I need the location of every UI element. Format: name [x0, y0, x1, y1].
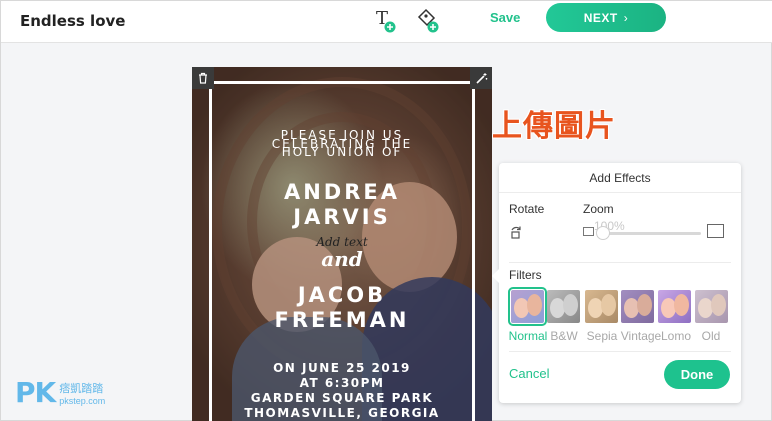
- watermark-en: pkstep.com: [59, 395, 106, 406]
- zoom-label: Zoom: [583, 202, 614, 216]
- watermark-pk: PK: [15, 376, 56, 409]
- invitation-canvas[interactable]: PLEASE JOIN US CELEBRATING THE HOLY UNIO…: [192, 67, 492, 421]
- watermark-logo: PK 痞凱踏踏 pkstep.com: [15, 376, 105, 409]
- filter-thumb-sepia[interactable]: [585, 290, 618, 323]
- upload-image-annotation: 上傳圖片: [492, 109, 616, 144]
- add-sticker-icon[interactable]: [416, 7, 440, 33]
- top-bar: Endless love T Save NEXT ›: [1, 1, 772, 43]
- next-button[interactable]: NEXT ›: [546, 3, 666, 32]
- add-effects-panel: Add Effects Rotate Zoom 100% Filters Nor…: [492, 163, 741, 403]
- event-venue[interactable]: GARDEN SQUARE PARK: [192, 391, 492, 406]
- magic-wand-icon: [475, 72, 487, 84]
- rotate-label: Rotate: [509, 202, 545, 216]
- first-name-2[interactable]: JACOB: [192, 283, 492, 308]
- filters-label: Filters: [509, 268, 542, 282]
- document-title[interactable]: Endless love: [20, 12, 125, 30]
- effects-button[interactable]: [470, 67, 492, 89]
- first-name-1[interactable]: ANDREA: [192, 180, 492, 205]
- filter-name[interactable]: B&W: [544, 329, 584, 343]
- panel-title: Add Effects: [499, 163, 741, 193]
- chevron-right-icon: ›: [623, 10, 629, 25]
- add-text-icon[interactable]: T: [375, 7, 399, 33]
- trash-icon: [199, 72, 207, 84]
- divider: [509, 351, 731, 352]
- event-date[interactable]: ON JUNE 25 2019: [192, 361, 492, 376]
- and-text[interactable]: and: [192, 247, 492, 271]
- last-name-2[interactable]: FREEMAN: [192, 308, 492, 333]
- filter-name[interactable]: Old: [691, 329, 731, 343]
- image-large-icon: [707, 224, 724, 238]
- divider: [509, 262, 731, 263]
- done-button[interactable]: Done: [664, 360, 730, 389]
- filter-name[interactable]: Sepia: [582, 329, 622, 343]
- filter-thumb-normal[interactable]: [508, 287, 547, 326]
- filter-thumb-old[interactable]: [695, 290, 728, 323]
- image-small-icon: [583, 227, 594, 236]
- filter-thumb-bw[interactable]: [547, 290, 580, 323]
- event-time[interactable]: AT 6:30PM: [192, 376, 492, 391]
- filter-name[interactable]: Lomo: [656, 329, 696, 343]
- next-button-label: NEXT: [583, 10, 618, 25]
- filter-thumb-vintage[interactable]: [621, 290, 654, 323]
- cancel-button[interactable]: Cancel: [509, 366, 549, 381]
- zoom-slider-handle[interactable]: [596, 226, 610, 240]
- delete-button[interactable]: [192, 67, 214, 89]
- invite-line[interactable]: HOLY UNION OF: [192, 146, 492, 158]
- filter-name[interactable]: Normal: [508, 329, 548, 343]
- panel-pointer: [492, 269, 499, 283]
- watermark-cn: 痞凱踏踏: [59, 382, 104, 395]
- filter-thumb-lomo[interactable]: [658, 290, 691, 323]
- event-city[interactable]: THOMASVILLE, GEORGIA: [192, 406, 492, 421]
- last-name-1[interactable]: JARVIS: [192, 205, 492, 230]
- rotate-icon[interactable]: [509, 225, 523, 239]
- save-button[interactable]: Save: [490, 10, 520, 25]
